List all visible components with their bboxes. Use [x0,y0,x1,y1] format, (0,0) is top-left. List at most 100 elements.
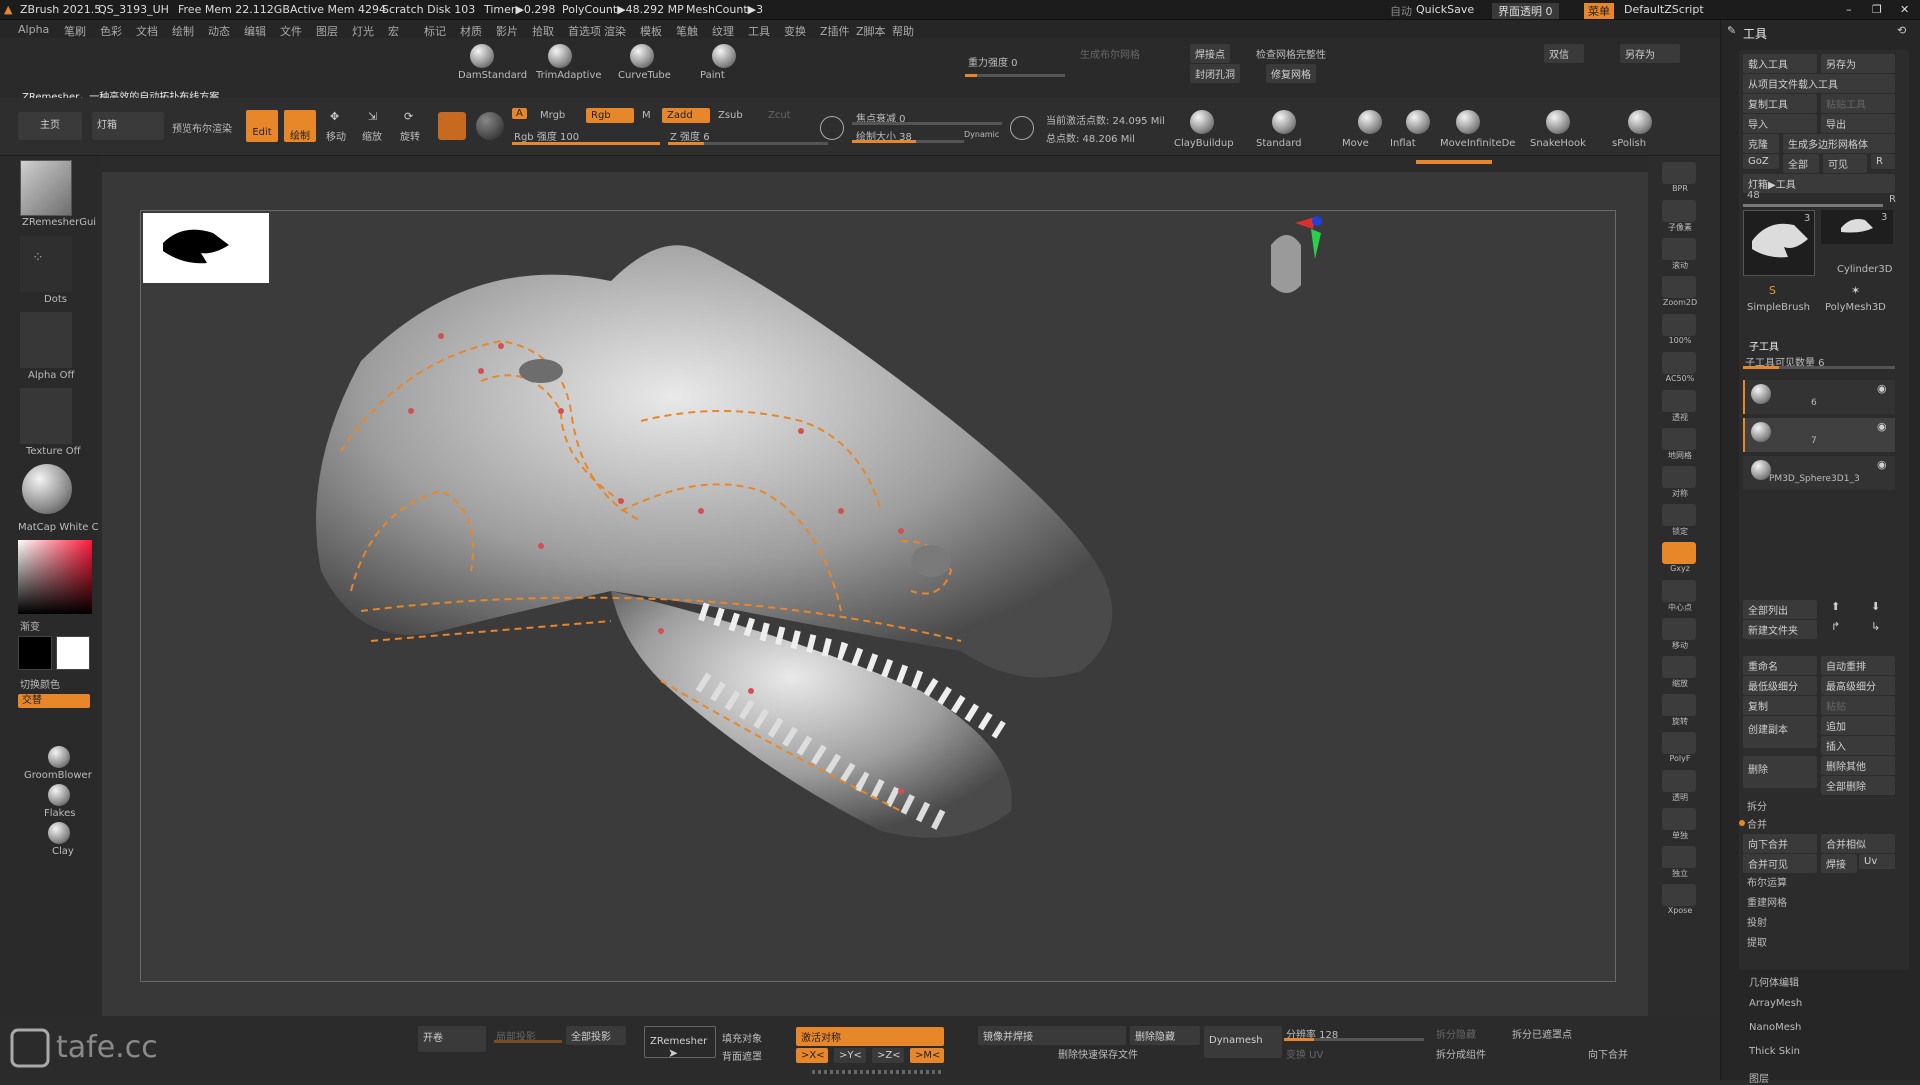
rightshelf-icon-17[interactable] [1662,808,1696,830]
rightshelf-label-1[interactable]: 子像素 [1660,222,1700,233]
rightshelf-icon-18[interactable] [1662,846,1696,868]
switch-color-button[interactable]: 切换颜色 [20,676,60,691]
menu-item-22[interactable]: Z插件 [820,23,850,39]
tool-size-slider[interactable] [1743,204,1883,207]
gravity-slider[interactable] [965,74,1065,77]
gen-mesh-button[interactable]: 生成布尔网格 [1080,46,1140,61]
color-picker[interactable] [18,540,92,614]
project-section[interactable]: 投射 [1747,914,1767,929]
menu-item-23[interactable]: Z脚本 [856,23,886,39]
rightshelf-label-4[interactable]: 100% [1660,336,1700,345]
edit-button[interactable]: Edit [246,110,278,142]
top-brush-2[interactable]: CurveTube [618,70,671,81]
goz-all-button[interactable]: 全部 [1783,154,1819,173]
rightshelf-label-0[interactable]: BPR [1660,184,1700,193]
tool-size-r-button[interactable]: R [1889,194,1896,205]
remesh-section[interactable]: 重建网格 [1747,894,1787,909]
menu-item-1[interactable]: 笔刷 [64,23,86,39]
top-brush-1[interactable]: TrimAdaptive [536,70,602,81]
color-sphere-icon[interactable] [476,112,504,140]
menu-item-21[interactable]: 变换 [784,23,806,39]
merge-down-button[interactable]: 向下合并 [1743,834,1817,853]
rightshelf-label-6[interactable]: 透视 [1660,412,1700,423]
menu-item-6[interactable]: 编辑 [244,23,266,39]
arraymesh-section[interactable]: ArrayMesh [1749,998,1802,1009]
rightshelf-icon-9[interactable] [1662,504,1696,526]
open-button[interactable]: 开卷 [418,1026,486,1052]
load-tool-button[interactable]: 载入工具 [1743,54,1817,73]
cylinder3d-thumb[interactable]: Cylinder3D [1837,264,1892,275]
subtool-count-slider[interactable] [1743,366,1895,369]
auto-reorder-button[interactable]: 自动重排 [1821,656,1895,675]
z-intensity[interactable]: Z 强度 6 [670,128,710,143]
menu-item-4[interactable]: 绘制 [172,23,194,39]
goz-button[interactable]: GoZ [1743,154,1779,169]
activate-symmetry-button[interactable]: 激活对称 [796,1027,944,1046]
zadd-toggle[interactable]: Zadd [662,108,710,123]
rightshelf-icon-6[interactable] [1662,390,1696,412]
nanomesh-section[interactable]: NanoMesh [1749,1022,1801,1033]
menu-item-18[interactable]: 笔触 [676,23,698,39]
focal-shift-slider[interactable] [852,122,1002,125]
subtool-eye-icon-2[interactable]: ◉ [1877,458,1887,471]
rightshelf-label-11[interactable]: 中心点 [1660,602,1700,613]
clone-button[interactable]: 克隆 [1743,134,1779,153]
menu-item-7[interactable]: 文件 [280,23,302,39]
paste-tool-button[interactable]: 粘贴工具 [1821,94,1895,113]
rightshelf-label-3[interactable]: Zoom2D [1660,298,1700,307]
rightshelf-icon-15[interactable] [1662,732,1696,754]
layers-section[interactable]: 图层 [1749,1070,1769,1085]
secondary-color-swatch[interactable] [56,636,90,670]
rightshelf-label-16[interactable]: 透明 [1660,792,1700,803]
menu-item-8[interactable]: 图层 [316,23,338,39]
rightshelf-label-2[interactable]: 滚动 [1660,260,1700,271]
y-symmetry-button[interactable]: >Y< [834,1048,866,1063]
rightshelf-icon-3[interactable] [1662,276,1696,298]
resolution-slider-track[interactable] [1284,1038,1424,1041]
m-symmetry-button[interactable]: >M< [910,1048,944,1063]
insert-button[interactable]: 插入 [1821,736,1895,755]
arrow-up-icon[interactable]: ⬆ [1831,600,1840,613]
rightshelf-icon-16[interactable] [1662,770,1696,792]
menu-item-20[interactable]: 工具 [748,23,770,39]
rightshelf-label-7[interactable]: 地网格 [1660,450,1700,461]
zremesher-button[interactable]: ZRemesher [644,1026,716,1058]
delete-all-button[interactable]: 全部删除 [1821,776,1895,795]
default-zscript-button[interactable]: DefaultZScript [1624,3,1704,16]
stroke-dots-thumbnail[interactable]: ⁘ [20,236,72,292]
pin-icon[interactable]: ✎ [1727,24,1736,37]
rightshelf-label-5[interactable]: AC50% [1660,374,1700,383]
weld-button[interactable]: 焊接 [1821,854,1857,873]
menu-item-14[interactable]: 拾取 [532,23,554,39]
alpha-thumbnail[interactable] [20,312,72,368]
close-icon[interactable]: ✕ [1900,3,1909,16]
material-preview-icon[interactable] [438,112,466,140]
uv-button[interactable]: Uv [1859,854,1895,869]
move-down-icon[interactable]: ↳ [1871,620,1880,633]
rightshelf-label-17[interactable]: 单独 [1660,830,1700,841]
full-projection-button[interactable]: 全部投影 [566,1026,626,1045]
dynamic-size-icon[interactable] [1010,116,1034,140]
lightbox-tool-button[interactable]: 灯箱▶工具 [1743,174,1895,193]
minimize-icon[interactable]: – [1846,3,1852,16]
left-brush-2[interactable]: Clay [52,846,74,857]
z-intensity-slider[interactable] [668,142,828,145]
menu-item-19[interactable]: 纹理 [712,23,734,39]
goz-r-button[interactable]: R [1871,154,1895,169]
document-canvas[interactable] [140,210,1616,982]
texture-thumbnail[interactable] [20,388,72,444]
menu-item-10[interactable]: 宏 [388,23,399,39]
dynamesh-button[interactable]: Dynamesh [1204,1026,1282,1058]
menu-item-12[interactable]: 材质 [460,23,482,39]
dinosaur-head-model[interactable] [141,211,1617,983]
copy-tool-button[interactable]: 复制工具 [1743,94,1817,113]
geometry-section[interactable]: 几何体编辑 [1749,974,1799,989]
draw-button[interactable]: 绘制 [284,110,316,142]
export-button[interactable]: 导出 [1821,114,1895,133]
subtool-eye-icon-1[interactable]: ◉ [1877,420,1887,433]
weld-point-button[interactable]: 焊接点 [1190,44,1230,63]
material-sphere[interactable] [22,464,72,514]
create-copy-button[interactable]: 创建副本 [1743,716,1817,748]
zsub-toggle[interactable]: Zsub [718,110,743,121]
fill-object-button[interactable]: 填充对象 [722,1030,762,1045]
